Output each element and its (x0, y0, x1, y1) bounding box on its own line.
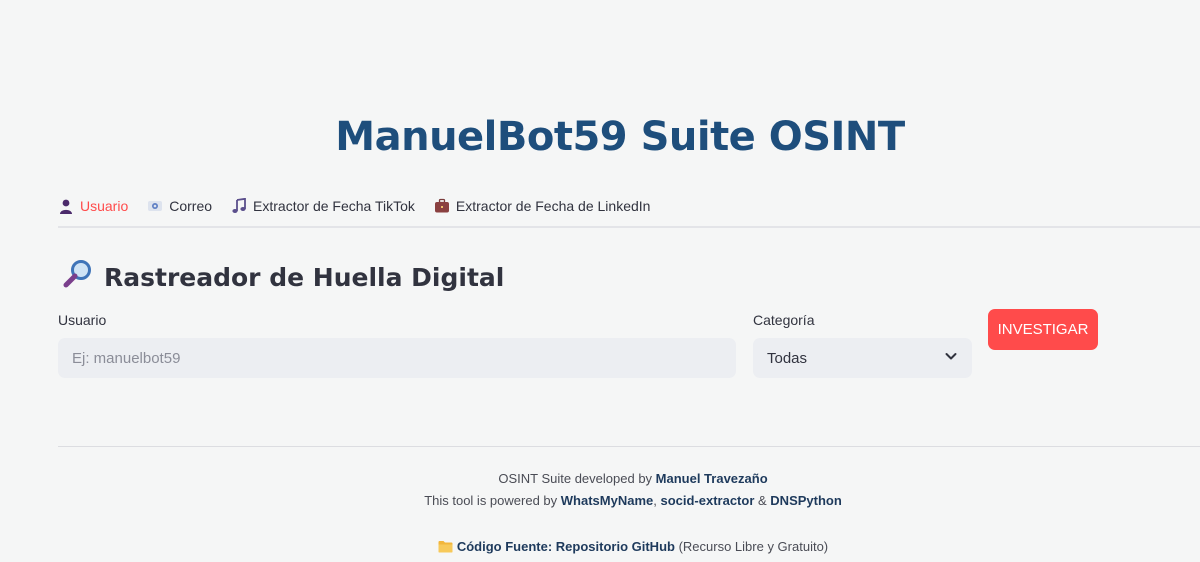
author-name: Manuel Travezaño (655, 471, 768, 486)
github-repo-link[interactable]: Repositorio GitHub (556, 539, 675, 554)
email-icon (147, 198, 163, 214)
lib-dnspython: DNSPython (770, 493, 842, 508)
footer-powered-by: This tool is powered by WhatsMyName, soc… (0, 493, 1200, 508)
username-label: Usuario (58, 312, 107, 328)
category-label: Categoría (753, 312, 815, 328)
footer-separator: & (754, 493, 771, 508)
footer-credits: OSINT Suite developed by Manuel Travezañ… (0, 471, 1200, 486)
username-input[interactable] (58, 338, 736, 378)
footer-divider (58, 446, 1200, 447)
footer-text: OSINT Suite developed by (498, 471, 656, 486)
source-code-label: Código Fuente: (456, 539, 553, 554)
tab-label: Extractor de Fecha TikTok (253, 198, 415, 214)
footer-text: (Recurso Libre y Gratuito) (674, 539, 829, 554)
footer-source-code: Código Fuente: Repositorio GitHub (Recur… (0, 539, 1200, 556)
tab-label: Usuario (80, 198, 129, 214)
section-heading-text: Rastreador de Huella Digital (104, 262, 505, 292)
user-icon (58, 198, 74, 214)
tab-extractor-tiktok[interactable]: Extractor de Fecha TikTok (231, 186, 415, 226)
magnifier-icon (62, 258, 94, 296)
app-page: ManuelBot59 Suite OSINT Usuario Correo E… (0, 0, 1200, 562)
lib-whatsmyname: WhatsMyName (560, 493, 654, 508)
chevron-down-icon (944, 349, 958, 367)
category-selected-value: Todas (767, 349, 808, 367)
tab-divider (58, 226, 1200, 228)
tab-label: Extractor de Fecha de LinkedIn (455, 198, 651, 214)
tab-bar: Usuario Correo Extractor de Fecha TikTok… (58, 186, 669, 228)
music-note-icon (231, 197, 247, 214)
tab-label: Correo (169, 198, 213, 214)
briefcase-icon (434, 198, 450, 214)
tab-extractor-linkedin[interactable]: Extractor de Fecha de LinkedIn (434, 186, 651, 226)
app-title: ManuelBot59 Suite OSINT (335, 114, 905, 160)
lib-socid-extractor: socid-extractor (660, 493, 755, 508)
tab-usuario[interactable]: Usuario (58, 186, 129, 228)
folder-icon (438, 540, 453, 556)
category-select[interactable]: Todas (753, 338, 972, 378)
footer-text: This tool is powered by (424, 493, 561, 508)
tab-correo[interactable]: Correo (147, 186, 212, 226)
section-heading: Rastreador de Huella Digital (62, 258, 504, 296)
investigar-button[interactable]: INVESTIGAR (988, 309, 1098, 350)
